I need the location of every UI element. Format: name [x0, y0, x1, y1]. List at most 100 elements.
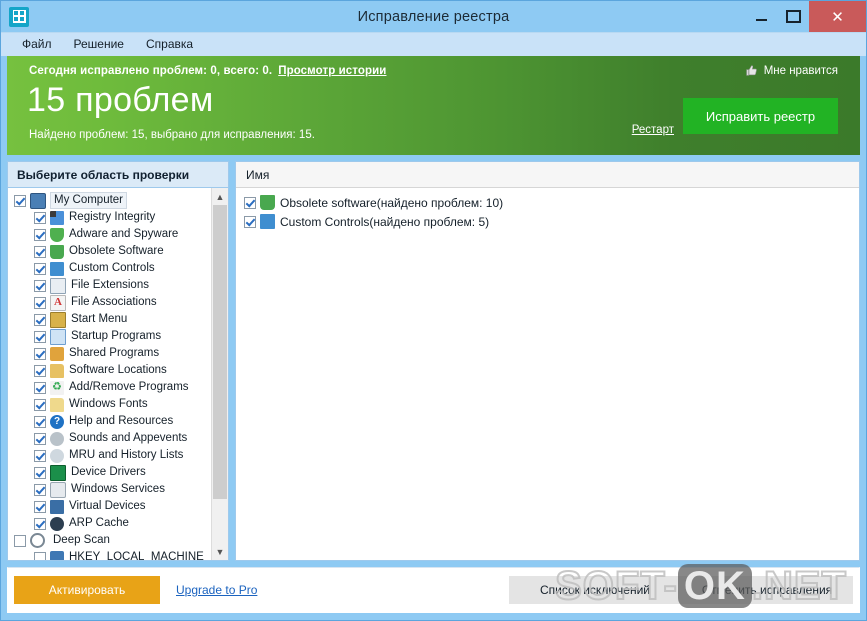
sidebar-item-hkey-local-machine[interactable]: HKEY_LOCAL_MACHINE: [8, 549, 211, 560]
sidebar-item-file-extensions[interactable]: File Extensions: [8, 277, 211, 294]
menu-item-file[interactable]: Файл: [11, 33, 63, 56]
menu-item-help[interactable]: Справка: [135, 33, 204, 56]
sidebar-item-windows-fonts[interactable]: Windows Fonts: [8, 396, 211, 413]
sidebar-item-registry-integrity[interactable]: Registry Integrity: [8, 209, 211, 226]
sidebar-item-checkbox[interactable]: [34, 263, 46, 275]
table-row[interactable]: Obsolete software(найдено проблем: 10): [236, 193, 859, 212]
sidebar-item-start-menu[interactable]: Start Menu: [8, 311, 211, 328]
undo-fixes-button[interactable]: Отменить исправления: [681, 576, 853, 604]
sidebar-item-label: Start Menu: [71, 312, 127, 327]
scrollbar-track[interactable]: [212, 205, 228, 543]
sidebar-item-checkbox[interactable]: [34, 246, 46, 258]
sidebar-item-checkbox[interactable]: [34, 297, 46, 309]
bottom-bar: Активировать Upgrade to Pro Список исклю…: [7, 567, 860, 613]
menu-bar: Файл Решение Справка: [1, 32, 866, 56]
minimize-button[interactable]: [745, 1, 777, 32]
sidebar-item-add-remove-programs[interactable]: ♻Add/Remove Programs: [8, 379, 211, 396]
sidebar-item-checkbox[interactable]: [34, 416, 46, 428]
sidebar-item-label: File Associations: [71, 295, 157, 310]
sidebar-item-virtual-devices[interactable]: Virtual Devices: [8, 498, 211, 515]
sidebar-item-label: Virtual Devices: [69, 499, 146, 514]
blue-blocks-icon: [260, 214, 275, 229]
restart-link[interactable]: Рестарт: [632, 124, 674, 136]
sidebar-item-adware-and-spyware[interactable]: Adware and Spyware: [8, 226, 211, 243]
sidebar-item-checkbox[interactable]: [14, 195, 26, 207]
sidebar-item-windows-services[interactable]: Windows Services: [8, 481, 211, 498]
sidebar-item-checkbox[interactable]: [34, 314, 46, 326]
upgrade-to-pro-link[interactable]: Upgrade to Pro: [176, 583, 257, 597]
sidebar-item-label: Custom Controls: [69, 261, 155, 276]
sidebar-item-obsolete-software[interactable]: Obsolete Software: [8, 243, 211, 260]
app-icon-glyph: [13, 10, 26, 23]
sidebar-item-custom-controls[interactable]: Custom Controls: [8, 260, 211, 277]
font-a-icon: A: [50, 295, 66, 311]
sidebar-item-arp-cache[interactable]: ARP Cache: [8, 515, 211, 532]
sidebar-item-checkbox[interactable]: [34, 229, 46, 241]
window-controls: ✕: [745, 1, 866, 32]
result-row-checkbox[interactable]: [244, 216, 256, 228]
sidebar-item-sounds-and-appevents[interactable]: Sounds and Appevents: [8, 430, 211, 447]
sidebar-item-label: Device Drivers: [71, 465, 146, 480]
sidebar-scrollbar[interactable]: ▲ ▼: [211, 188, 228, 560]
sidebar-item-deep-scan[interactable]: Deep Scan: [8, 532, 211, 549]
scan-areas-panel: Выберите область проверки My ComputerReg…: [7, 161, 229, 561]
sidebar-item-checkbox[interactable]: [34, 399, 46, 411]
title-bar: Исправление реестра ✕: [1, 1, 866, 32]
menu-item-solution[interactable]: Решение: [63, 33, 135, 56]
scroll-up-button[interactable]: ▲: [212, 188, 228, 205]
thumbs-up-icon: [745, 64, 758, 77]
sidebar-item-label: Windows Services: [71, 482, 165, 497]
sidebar-item-file-associations[interactable]: A File Associations: [8, 294, 211, 311]
window-title: Исправление реестра: [1, 9, 866, 25]
minimize-icon: [756, 19, 767, 21]
sidebar-item-label: Software Locations: [69, 363, 167, 378]
sidebar-item-checkbox[interactable]: [34, 518, 46, 530]
scan-area-tree[interactable]: My ComputerRegistry IntegrityAdware and …: [8, 188, 211, 560]
sidebar-item-software-locations[interactable]: Software Locations: [8, 362, 211, 379]
sidebar-item-label: Obsolete Software: [69, 244, 164, 259]
trash-recycle-icon: [260, 195, 275, 210]
fix-registry-button[interactable]: Исправить реестр: [683, 98, 838, 134]
scrollbar-thumb[interactable]: [213, 205, 227, 499]
sidebar-item-device-drivers[interactable]: Device Drivers: [8, 464, 211, 481]
view-history-link[interactable]: Просмотр истории: [278, 65, 386, 77]
sidebar-item-checkbox[interactable]: [34, 450, 46, 462]
sidebar-item-checkbox[interactable]: [34, 365, 46, 377]
banner-status-line: Сегодня исправлено проблем: 0, всего: 0.…: [29, 65, 386, 77]
table-row[interactable]: Custom Controls(найдено проблем: 5): [236, 212, 859, 231]
activate-button[interactable]: Активировать: [14, 576, 160, 604]
sidebar-item-shared-programs[interactable]: Shared Programs: [8, 345, 211, 362]
maximize-button[interactable]: [777, 1, 809, 32]
sidebar-item-label: Startup Programs: [71, 329, 161, 344]
scroll-down-button[interactable]: ▼: [212, 543, 228, 560]
startup-window-icon: [50, 329, 66, 345]
sidebar-item-help-and-resources[interactable]: ?Help and Resources: [8, 413, 211, 430]
sidebar-item-checkbox[interactable]: [34, 212, 46, 224]
sidebar-item-label: Sounds and Appevents: [69, 431, 187, 446]
sidebar-item-checkbox[interactable]: [34, 331, 46, 343]
sidebar-item-checkbox[interactable]: [34, 484, 46, 496]
sidebar-item-checkbox[interactable]: [34, 433, 46, 445]
recycle-icon: ♻: [50, 381, 64, 395]
sidebar-item-checkbox[interactable]: [34, 280, 46, 292]
sidebar-item-label: Shared Programs: [69, 346, 159, 361]
sidebar-item-checkbox[interactable]: [34, 348, 46, 360]
like-control[interactable]: Мне нравится: [745, 64, 838, 77]
sidebar-item-checkbox[interactable]: [34, 501, 46, 513]
sidebar-item-checkbox[interactable]: [34, 467, 46, 479]
sidebar-item-label: Windows Fonts: [69, 397, 148, 412]
sidebar-item-checkbox[interactable]: [34, 382, 46, 394]
close-button[interactable]: ✕: [809, 1, 866, 32]
sidebar-item-checkbox[interactable]: [34, 552, 46, 561]
sidebar-item-mru-and-history-lists[interactable]: MRU and History Lists: [8, 447, 211, 464]
sidebar-item-startup-programs[interactable]: Startup Programs: [8, 328, 211, 345]
sidebar-item-my-computer[interactable]: My Computer: [8, 192, 211, 209]
sidebar-item-checkbox[interactable]: [14, 535, 26, 547]
registry-app-icon: [9, 7, 29, 27]
question-help-icon: ?: [50, 415, 64, 429]
result-row-checkbox[interactable]: [244, 197, 256, 209]
exclusions-list-button[interactable]: Список исключений: [509, 576, 681, 604]
sidebar-item-label: Deep Scan: [53, 533, 110, 548]
results-list[interactable]: Obsolete software(найдено проблем: 10)Cu…: [236, 188, 859, 560]
content-area: Выберите область проверки My ComputerReg…: [1, 155, 866, 561]
